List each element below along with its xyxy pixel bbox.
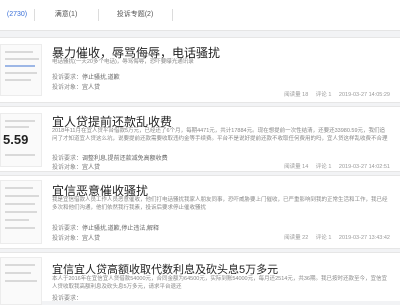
thumbnail-line	[5, 227, 35, 229]
thumbnail-line	[5, 187, 33, 189]
tab-separator	[172, 9, 173, 21]
complaint-appeal: 投诉要求：停止骚扰,道歉	[52, 72, 120, 81]
comment-count[interactable]: 评论 1	[316, 92, 332, 98]
complaint-summary: 2018年11月在宜人贷平台借款5万元，已经还了6个月，每期4471元，共计17…	[52, 128, 388, 142]
target-label: 投诉对象：	[52, 165, 83, 171]
thumbnail-line	[5, 154, 35, 156]
complaint-stats: 阅读量 22 评论 1 2019-03-27 13:43:42	[278, 233, 390, 241]
thumbnail-line	[5, 79, 31, 81]
appeal-label: 投诉要求：	[52, 296, 83, 302]
target-value: 宜人贷	[82, 165, 101, 171]
thumbnail-line	[5, 195, 39, 197]
target-label: 投诉对象：	[52, 85, 83, 91]
complaint-appeal: 投诉要求：调整利息,提前还款减免高额收费	[52, 153, 168, 162]
target-label: 投诉对象：	[52, 236, 83, 242]
comment-count[interactable]: 评论 1	[316, 164, 332, 170]
complaint-thumbnail[interactable]	[0, 180, 42, 244]
view-count: 阅读量 14	[284, 164, 309, 170]
thumbnail-line	[5, 65, 35, 67]
thumbnail-line	[5, 211, 37, 213]
complaint-card[interactable]: 宜信宜人贷高额收取代数利息及砍头息5万多元 本人于2016年在宜信宜人贷借款54…	[0, 252, 400, 305]
appeal-value: 停止骚扰,道歉,停止违法,解释	[82, 226, 160, 232]
complaint-summary: 电话骚扰(一天20多个电话)，辱骂侮辱，恐吓要曝光通讯录	[52, 59, 194, 65]
complaint-card[interactable]: 5.59 宜人贷提前还款乱收费 2018年11月在宜人贷平台借款5万元，已经还了…	[0, 106, 400, 172]
complaint-card[interactable]: 暴力催收，辱骂侮辱，电话骚扰 电话骚扰(一天20多个电话)，辱骂侮辱，恐吓要曝光…	[0, 37, 400, 103]
target-value: 宜人贷	[82, 236, 101, 242]
complaint-target: 投诉对象：宜人贷	[52, 162, 100, 171]
view-count: 阅读量 22	[284, 235, 309, 241]
post-time: 2019-03-27 14:05:29	[338, 92, 390, 98]
complaint-summary: 我是宜信借款人员工作人员恶意催收，他们打电话骚扰我家人朋友同事，恐吓威胁要上门催…	[52, 197, 388, 211]
comment-count[interactable]: 评论 1	[316, 235, 332, 241]
thumbnail-line	[5, 120, 35, 122]
tab-complaint-topics[interactable]: 投诉专题(2)	[98, 0, 172, 30]
post-time: 2019-03-27 14:02:51	[338, 164, 390, 170]
thumbnail-amount: 5.59	[3, 132, 29, 147]
thumbnail-line	[5, 126, 29, 128]
complaint-thumbnail[interactable]: 5.59	[0, 113, 42, 167]
thumbnail-line	[5, 280, 37, 282]
complaint-thumbnail[interactable]	[0, 257, 42, 305]
complaint-stats: 阅读量 14 评论 1 2019-03-27 14:02:51	[278, 162, 390, 170]
tab-satisfied[interactable]: 满意(1)	[34, 0, 98, 30]
complaint-appeal: 投诉要求：停止骚扰,道歉,停止违法,解释	[52, 223, 159, 232]
thumbnail-line	[5, 264, 35, 266]
complaint-thumbnail[interactable]	[0, 44, 42, 96]
tab-all[interactable]: (2730)	[0, 0, 34, 30]
thumbnail-line	[5, 72, 37, 74]
complaint-stats: 阅读量 18 评论 1 2019-03-27 14:05:29	[278, 90, 390, 98]
appeal-label: 投诉要求：	[52, 226, 83, 232]
thumbnail-line	[5, 272, 31, 274]
appeal-label: 投诉要求：	[52, 75, 83, 81]
thumbnail-line	[5, 51, 33, 53]
complaint-summary: 本人于2016年在宜信宜人贷借款54000元，合同金额为64500元，实际到账5…	[52, 276, 387, 290]
post-time: 2019-03-27 13:43:42	[338, 235, 390, 241]
complaint-target: 投诉对象：宜人贷	[52, 82, 100, 91]
thumbnail-line	[5, 203, 35, 205]
tab-bar: (2730) 满意(1) 投诉专题(2)	[0, 0, 400, 31]
complaint-card[interactable]: 宜信恶意催收骚扰 我是宜信借款人员工作人员恶意催收，他们打电话骚扰我家人朋友同事…	[0, 175, 400, 249]
appeal-value: 停止骚扰,道歉	[82, 75, 120, 81]
thumbnail-line	[5, 58, 39, 60]
view-count: 阅读量 18	[284, 92, 309, 98]
target-value: 宜人贷	[82, 85, 101, 91]
complaint-appeal: 投诉要求：	[52, 293, 82, 302]
thumbnail-line	[5, 219, 29, 221]
complaint-target: 投诉对象：宜人贷	[52, 233, 100, 242]
